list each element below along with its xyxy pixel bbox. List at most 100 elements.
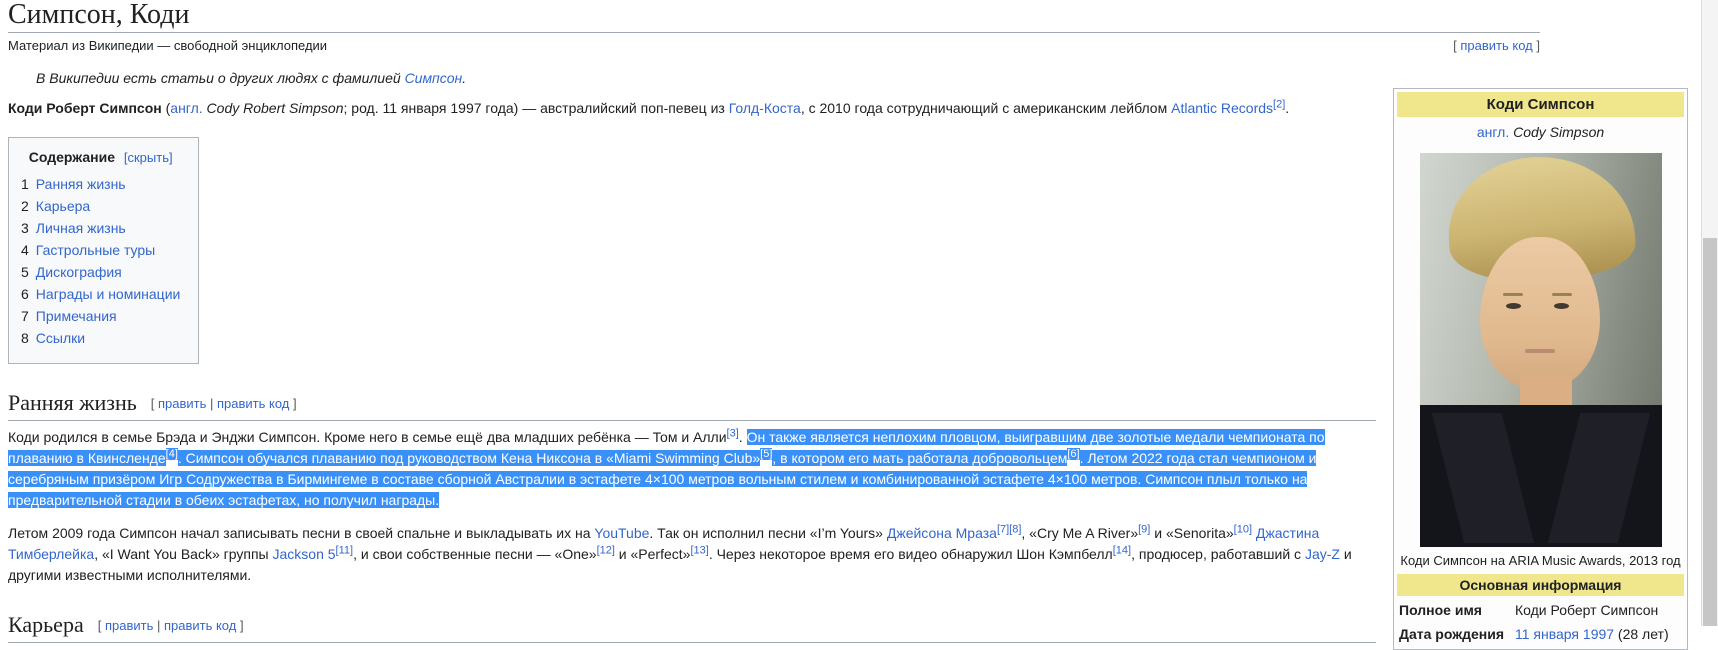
section-edit-links-early-life[interactable]: [ править | править код ] bbox=[151, 396, 297, 411]
toc-item-link[interactable]: Ссылки bbox=[36, 330, 85, 346]
paragraph-early-life-1: Коди родился в семье Брэда и Энджи Симпс… bbox=[8, 427, 1376, 511]
toc-item[interactable]: 4Гастрольные туры bbox=[21, 239, 180, 261]
toc-item[interactable]: 2 Карьера bbox=[21, 195, 180, 217]
infobox-rows: Полное имяКоди Роберт СимпсонДата рожден… bbox=[1397, 598, 1684, 646]
reference-link[interactable]: [10] bbox=[1234, 523, 1252, 535]
infobox-photo-caption: Коди Симпсон на ARIA Music Awards, 2013 … bbox=[1397, 549, 1684, 574]
paragraph-early-life-2: Летом 2009 года Симпсон начал записывать… bbox=[8, 523, 1376, 586]
reference-link[interactable]: [4] bbox=[166, 448, 178, 460]
reference-link[interactable]: [11] bbox=[336, 544, 354, 556]
toc-item-number: 7 bbox=[21, 308, 29, 324]
text-run: , «Cry Me A River» bbox=[1021, 525, 1138, 541]
article-content: Симпсон, Коди Материал из Википедии — св… bbox=[8, 0, 1383, 643]
infobox-row-value: Коди Роберт Симпсон bbox=[1513, 598, 1684, 622]
scrollbar-track[interactable] bbox=[1701, 0, 1718, 626]
reference-link[interactable]: [6] bbox=[1067, 448, 1079, 460]
toc-hide-toggle[interactable]: [скрыть] bbox=[124, 150, 173, 165]
text-run: , с 2010 года сотрудничающий с американс… bbox=[801, 100, 1171, 116]
text-run: ] bbox=[289, 396, 296, 411]
infobox: Коди Симпсон англ. Cody Simpson Коди Сим… bbox=[1393, 88, 1688, 650]
toc-item[interactable]: 1 Ранняя жизнь bbox=[21, 173, 180, 195]
toc-title: Содержание bbox=[29, 149, 115, 165]
lead-paragraph: Коди Роберт Симпсон (англ. Cody Robert S… bbox=[8, 98, 1376, 119]
photo-lapel-shape bbox=[1547, 413, 1649, 543]
toc-item-link[interactable]: Примечания bbox=[36, 308, 117, 324]
photo-eye-shape bbox=[1506, 303, 1521, 309]
toc-item-number: 6 bbox=[21, 286, 29, 302]
toc-item[interactable]: 3 Личная жизнь bbox=[21, 217, 180, 239]
text-link[interactable]: Atlantic Records bbox=[1171, 100, 1273, 116]
text-run: и «Perfect» bbox=[615, 546, 691, 562]
text-link[interactable]: править bbox=[158, 396, 206, 411]
toc-item-link[interactable]: Дискография bbox=[36, 264, 122, 280]
toc-list: 1 Ранняя жизнь 2 Карьера 3 Личная жизнь 4Гастр… bbox=[21, 173, 180, 349]
toc-item-link[interactable]: Награды и номинации bbox=[36, 286, 181, 302]
infobox-row-label: Полное имя bbox=[1397, 598, 1513, 622]
photo-brow-shape bbox=[1552, 293, 1572, 296]
toc-item-number: 2 bbox=[21, 198, 29, 214]
reference-link[interactable]: [2] bbox=[1273, 98, 1285, 110]
photo-brow-shape bbox=[1503, 293, 1523, 296]
text-link[interactable]: англ. bbox=[1477, 124, 1509, 140]
infobox-section-header: Основная информация bbox=[1397, 574, 1684, 596]
text-run: и «Senorita» bbox=[1150, 525, 1233, 541]
toc-item-number: 3 bbox=[21, 220, 29, 236]
infobox-photo[interactable] bbox=[1420, 153, 1662, 547]
text-run: . Так он исполнил песни «I’m Yours» bbox=[649, 525, 886, 541]
reference-link[interactable]: [9] bbox=[1138, 523, 1150, 535]
text-link[interactable]: править код bbox=[217, 396, 289, 411]
photo-mouth-shape bbox=[1525, 349, 1555, 353]
infobox-native-name: англ. Cody Simpson bbox=[1397, 123, 1684, 141]
text-run: . bbox=[739, 429, 747, 445]
infobox-title: Коди Симпсон bbox=[1397, 92, 1684, 117]
text-run: [ bbox=[151, 396, 158, 411]
text-link[interactable]: 11 января 1997 bbox=[1515, 626, 1614, 642]
section-title-early-life: Ранняя жизнь bbox=[8, 390, 137, 415]
reference-link[interactable]: [12] bbox=[597, 544, 615, 556]
text-link[interactable]: Jackson 5 bbox=[273, 546, 336, 562]
reference-link[interactable]: [14] bbox=[1113, 544, 1131, 556]
text-run: Коди Роберт Симпсон bbox=[1515, 602, 1658, 618]
toc-item[interactable]: 5Дискография bbox=[21, 261, 180, 283]
section-title-career: Карьера bbox=[8, 612, 84, 637]
scrollbar-thumb[interactable] bbox=[1703, 238, 1717, 626]
text-link[interactable]: Джейсона Мраза bbox=[887, 525, 997, 541]
text-run: . bbox=[462, 70, 466, 86]
text-link[interactable]: англ. bbox=[170, 100, 202, 116]
text-run: , и свои собственные песни — «One» bbox=[353, 546, 596, 562]
reference-link[interactable]: [3] bbox=[727, 427, 739, 439]
infobox-table: Полное имяКоди Роберт СимпсонДата рожден… bbox=[1397, 598, 1684, 646]
toc-item-link[interactable]: Гастрольные туры bbox=[36, 242, 155, 258]
table-of-contents: Содержание [скрыть] 1 Ранняя жизнь 2 Карьер… bbox=[8, 137, 199, 364]
text-run: Cody Simpson bbox=[1513, 124, 1604, 140]
text-link[interactable]: править код bbox=[1460, 38, 1532, 53]
text-link[interactable]: Голд-Коста bbox=[729, 100, 801, 116]
section-heading-career: Карьера[ править | править код ] bbox=[8, 612, 1376, 643]
text-run: Летом 2009 года Симпсон начал записывать… bbox=[8, 525, 594, 541]
text-run: (28 лет) bbox=[1614, 626, 1669, 642]
text-run: | bbox=[206, 396, 217, 411]
toc-item-link[interactable]: Личная жизнь bbox=[36, 220, 126, 236]
site-subtitle: Материал из Википедии — свободной энцикл… bbox=[8, 38, 327, 54]
photo-suit-shape bbox=[1420, 405, 1662, 547]
toc-item[interactable]: 8 Ссылки bbox=[21, 327, 180, 349]
text-link[interactable]: YouTube bbox=[594, 525, 649, 541]
reference-link[interactable]: [13] bbox=[690, 544, 708, 556]
reference-link[interactable]: [8] bbox=[1009, 523, 1021, 535]
toc-header: Содержание [скрыть] bbox=[21, 146, 180, 169]
text-link[interactable]: Симпсон bbox=[405, 70, 463, 86]
toc-item[interactable]: 6 Награды и номинации bbox=[21, 283, 180, 305]
toc-item-number: 8 bbox=[21, 330, 29, 346]
text-run: ] bbox=[1533, 38, 1540, 53]
toc-item-link[interactable]: Ранняя жизнь bbox=[36, 176, 126, 192]
reference-link[interactable]: [5] bbox=[760, 448, 772, 460]
toc-item[interactable]: 7 Примечания bbox=[21, 305, 180, 327]
photo-lapel-shape bbox=[1431, 413, 1533, 543]
toc-item-number: 1 bbox=[21, 176, 29, 192]
page-edit-code-link[interactable]: [ править код ] bbox=[1453, 38, 1540, 54]
reference-link[interactable]: [7] bbox=[997, 523, 1009, 535]
text-run: . bbox=[1285, 100, 1289, 116]
text-link[interactable]: Jay-Z bbox=[1305, 546, 1340, 562]
text-run: , в котором его мать работала добровольц… bbox=[772, 450, 1067, 466]
toc-item-link[interactable]: Карьера bbox=[36, 198, 90, 214]
